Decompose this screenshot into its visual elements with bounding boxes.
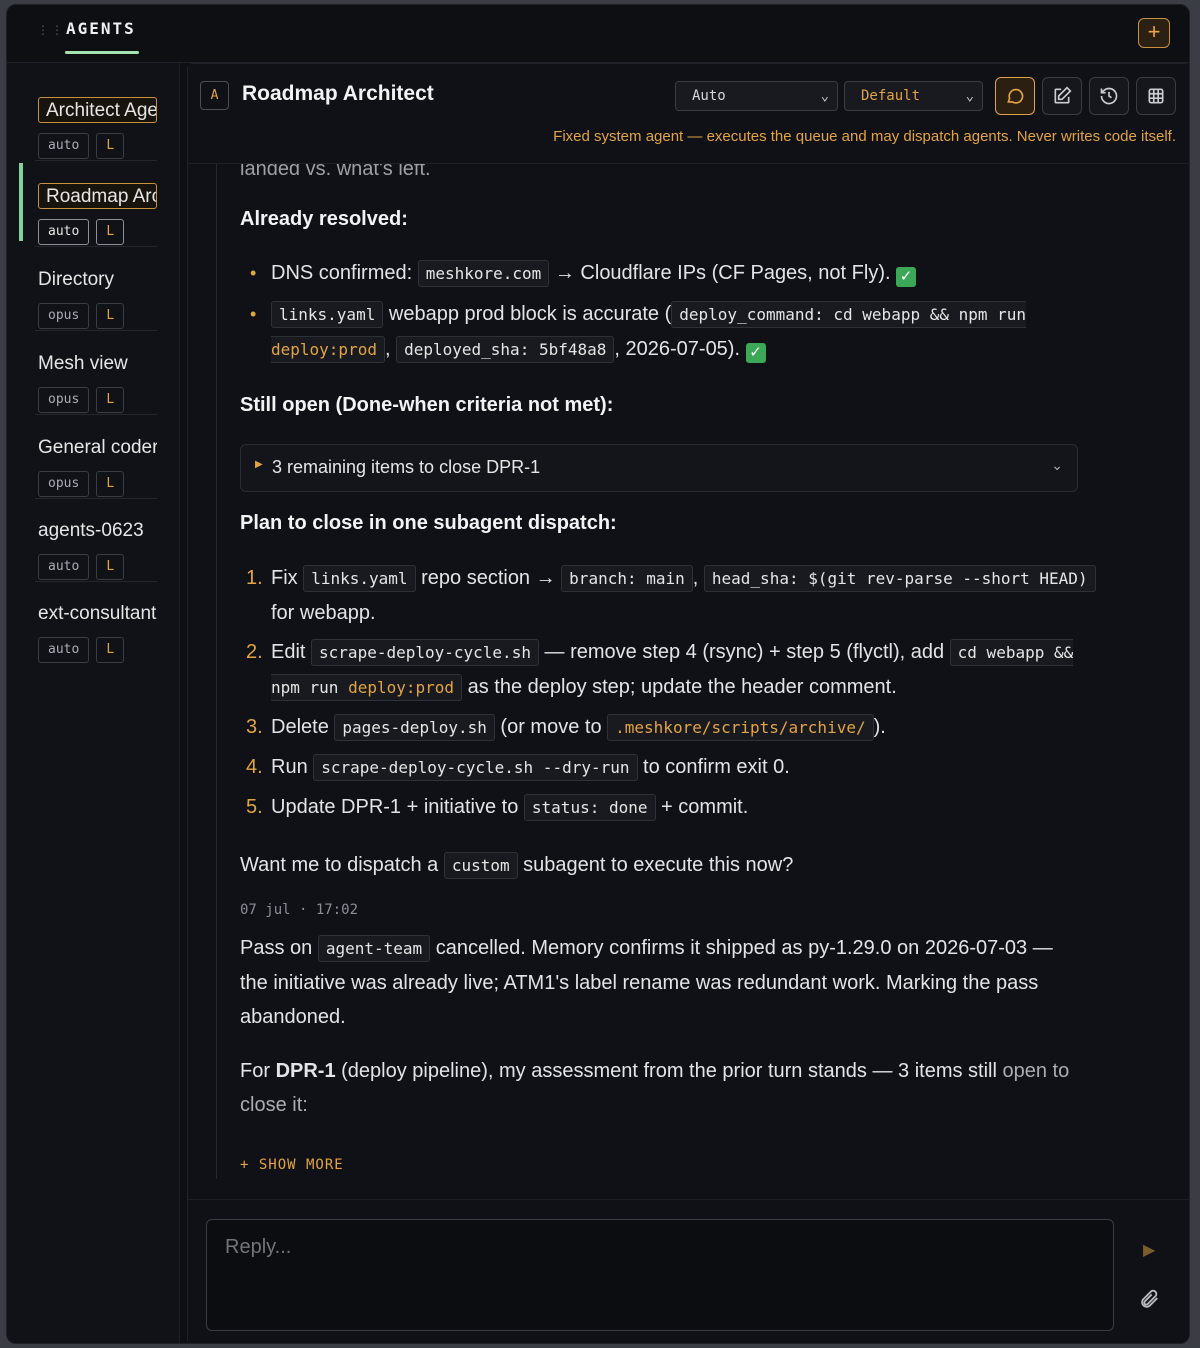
chevron-down-icon: ⌄ [820,88,829,104]
open-heading: Still open (Done-when criteria not met): [240,394,614,416]
agent-list-item[interactable]: Architect Agent auto L [19,77,157,161]
agent-list-item-active[interactable]: Roadmap Architect auto L [19,163,157,247]
inline-code: pages-deploy.sh [334,714,495,741]
agent-description: Fixed system agent — executes the queue … [553,128,1176,145]
chat-bubble-icon [1007,88,1024,104]
message-timestamp: 07 jul · 17:02 [240,902,359,918]
model-chip: auto [38,637,90,663]
inline-code: links.yaml [303,565,416,592]
inline-code: deployed_sha: 5bf48a8 [396,336,615,363]
agents-tab[interactable]: AGENTS [66,19,136,38]
show-more-button[interactable]: + SHOW MORE [240,1157,344,1173]
inline-code: .meshkore/scripts/archive/ [607,714,874,741]
size-badge: L [96,471,125,497]
size-badge: L [96,133,125,159]
list-item: 2. Edit scrape-deploy-cycle.sh — remove s… [246,635,1106,705]
agent-name: Architect Agent [38,97,157,123]
drag-handle-icon[interactable]: ⋮⋮ [37,24,63,41]
remaining-items-disclosure[interactable]: ▶ 3 remaining items to close DPR-1 ⌄ [240,444,1078,492]
edit-icon [1054,86,1072,104]
message-text: For DPR-1 (deploy pipeline), my assessme… [240,1060,1070,1116]
model-chip: auto [38,554,90,580]
profile-select[interactable]: Default ⌄ [844,81,983,111]
list-item: 5. Update DPR-1 + initiative to status: d… [246,790,1106,825]
edit-button[interactable] [1042,77,1082,115]
thread-line [216,164,217,1179]
profile-select-value: Default [861,88,921,104]
dispatch-question: Want me to dispatch a custom subagent to… [240,848,1080,883]
chevron-down-icon: ⌄ [965,88,974,104]
agent-list-item[interactable]: agents-0623 auto L [19,498,157,582]
agent-list-item[interactable]: Mesh view opus L [19,331,157,415]
chat-view-button[interactable] [995,77,1035,115]
composer: ▶ [188,1199,1189,1343]
inline-code: head_sha: $(git rev-parse --short HEAD) [703,565,1096,592]
size-badge: L [96,219,125,245]
add-agent-button[interactable]: + [1138,18,1170,48]
mode-select-value: Auto [692,88,726,104]
history-button[interactable] [1089,77,1129,115]
agent-name: General coder [38,437,157,458]
agent-list: Architect Agent auto L Roadmap Architect… [7,63,180,1343]
message-text-cut: landed vs. what's left. [240,164,431,180]
chevron-down-icon: ⌄ [1051,457,1063,473]
model-chip: opus [38,471,90,497]
agent-title: Roadmap Architect [242,82,434,105]
checkmark-icon: ✓ [896,267,917,287]
message-text: Pass on agent-team cancelled. Memory con… [240,935,1053,1028]
agents-window: ⋮⋮ AGENTS + Architect Agent auto L Roadm… [6,4,1190,1344]
chat-panel: A Roadmap Architect Auto ⌄ Default ⌄ Fix… [187,63,1189,1343]
list-item: 3. Delete pages-deploy.sh (or move to .me… [246,710,1106,745]
inline-code: agent-team [317,935,431,962]
disclosure-label: 3 remaining items to close DPR-1 [272,457,541,477]
agent-list-item[interactable]: ext-consultant auto L [19,581,157,665]
list-item: links.yaml webapp prod block is accurate… [250,297,1090,367]
inline-code: meshkore.com [417,260,550,287]
size-badge: L [96,387,125,413]
size-badge: L [96,637,125,663]
inline-code: scrape-deploy-cycle.sh [311,639,539,666]
grid-view-button[interactable] [1136,77,1176,115]
inline-code: status: done [523,794,656,821]
agent-name: Mesh view [38,353,128,374]
checkmark-icon: ✓ [745,343,766,363]
agent-name: Roadmap Architect [38,183,157,209]
resolved-list: DNS confirmed: meshkore.com → Cloudflare… [250,256,1090,367]
caret-right-icon: ▶ [255,459,263,470]
plan-list: 1. Fix links.yaml repo section → branch: … [246,561,1106,830]
plan-heading: Plan to close in one subagent dispatch: [240,512,617,534]
history-icon [1100,87,1118,105]
agent-name: agents-0623 [38,520,144,541]
agent-list-item[interactable]: General coder opus L [19,415,157,499]
message-thread: landed vs. what's left. Already resolved… [188,164,1189,1199]
active-indicator [19,163,23,241]
send-icon[interactable]: ▶ [1143,1240,1155,1260]
model-chip: opus [38,303,90,329]
agent-list-item[interactable]: Directory opus L [19,247,157,331]
inline-code: links.yaml [271,301,384,328]
mode-select[interactable]: Auto ⌄ [675,81,838,111]
model-chip: opus [38,387,90,413]
model-chip: auto [38,219,90,245]
list-item: 1. Fix links.yaml repo section → branch: … [246,561,1106,630]
size-badge: L [96,554,125,580]
resolved-heading: Already resolved: [240,208,408,230]
top-bar: ⋮⋮ AGENTS + [7,5,1189,63]
agent-name: ext-consultant [38,603,157,624]
size-badge: L [96,303,125,329]
inline-code: branch: main [561,565,693,592]
list-item: 4. Run scrape-deploy-cycle.sh --dry-run t… [246,750,1106,785]
agent-name: Directory [38,269,115,290]
reply-input[interactable] [206,1219,1114,1331]
chat-header: A Roadmap Architect Auto ⌄ Default ⌄ Fix… [188,64,1189,164]
list-item: DNS confirmed: meshkore.com → Cloudflare… [250,256,1090,291]
agent-avatar: A [200,81,229,110]
agents-tab-indicator [65,51,139,54]
inline-code: scrape-deploy-cycle.sh --dry-run [313,754,638,781]
divider [35,160,157,161]
inline-code: custom [443,852,518,879]
grid-icon [1148,88,1164,104]
paperclip-icon[interactable] [1138,1288,1160,1310]
model-chip: auto [38,133,90,159]
